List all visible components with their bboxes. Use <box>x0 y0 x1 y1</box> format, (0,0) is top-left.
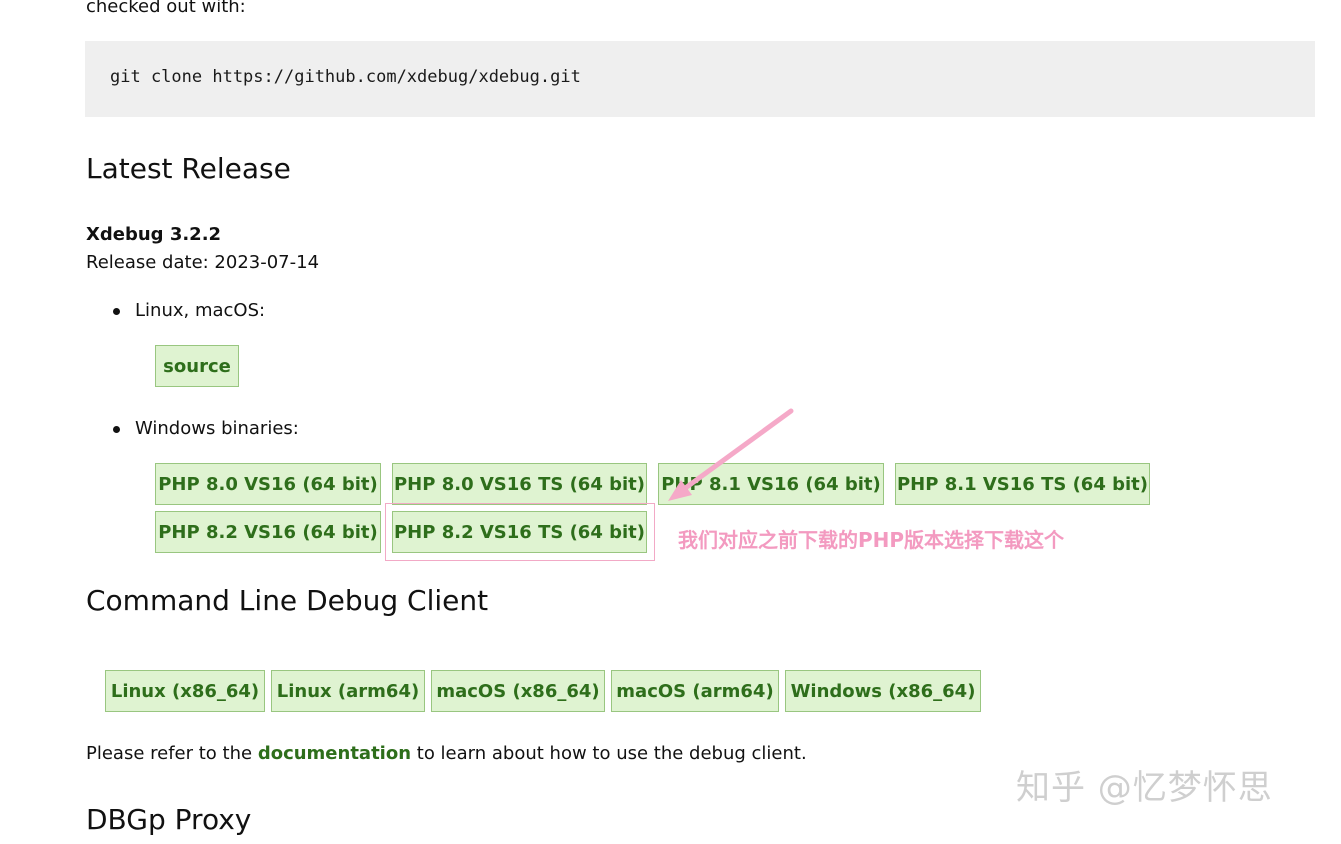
paragraph-text-after: to learn about how to use the debug clie… <box>411 743 807 764</box>
debug-client-heading: Command Line Debug Client <box>86 584 488 618</box>
debug-client-linux-arm64-button[interactable]: Linux (arm64) <box>271 670 425 712</box>
debug-client-linux-x86-64-button[interactable]: Linux (x86_64) <box>105 670 265 712</box>
documentation-link[interactable]: documentation <box>258 743 411 764</box>
debug-client-paragraph: Please refer to the documentation to lea… <box>86 741 807 767</box>
dbgp-proxy-heading: DBGp Proxy <box>86 803 251 837</box>
annotation-arrow-icon <box>0 0 1341 844</box>
debug-client-windows-x86-64-button[interactable]: Windows (x86_64) <box>785 670 981 712</box>
debug-client-macos-arm64-button[interactable]: macOS (arm64) <box>611 670 779 712</box>
debug-client-macos-x86-64-button[interactable]: macOS (x86_64) <box>431 670 605 712</box>
annotation-text: 我们对应之前下载的PHP版本选择下载这个 <box>678 526 1064 554</box>
paragraph-text-before: Please refer to the <box>86 743 258 764</box>
watermark: 知乎 @忆梦怀思 <box>1016 766 1273 810</box>
